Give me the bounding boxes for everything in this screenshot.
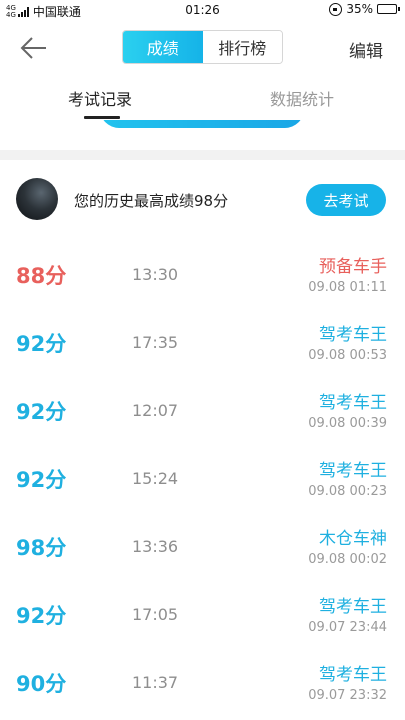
- nav-bar: 成绩 排行榜 编辑: [0, 22, 405, 74]
- best-score-row: 您的历史最高成绩98分 去考试: [0, 160, 405, 240]
- segment-control: 成绩 排行榜: [122, 30, 283, 64]
- record-duration: 13:36: [132, 537, 179, 556]
- tab-exam-records[interactable]: 考试记录: [68, 86, 132, 110]
- record-score: 92分: [16, 468, 67, 492]
- segment-leaderboard[interactable]: 排行榜: [202, 31, 282, 63]
- record-date: 09.08 00:23: [308, 484, 387, 499]
- record-score: 92分: [16, 604, 67, 628]
- banner-area: [0, 120, 405, 150]
- take-exam-button[interactable]: 去考试: [306, 184, 386, 216]
- edit-button[interactable]: 编辑: [349, 37, 383, 62]
- record-duration: 12:07: [132, 401, 179, 420]
- record-rank: 木仓车神: [319, 529, 387, 549]
- rotation-lock-icon: [329, 2, 343, 16]
- record-duration: 11:37: [132, 673, 179, 692]
- record-score: 92分: [16, 400, 67, 424]
- section-divider: [0, 150, 405, 160]
- record-date: 09.08 00:39: [308, 416, 387, 431]
- tab-bar: 考试记录 数据统计: [0, 76, 405, 120]
- record-row[interactable]: 92分 15:24 驾考车王 09.08 00:23: [0, 444, 405, 512]
- record-rank: 驾考车王: [319, 461, 387, 481]
- record-duration: 15:24: [132, 469, 179, 488]
- record-score: 90分: [16, 672, 67, 696]
- record-date: 09.08 00:02: [308, 552, 387, 567]
- segment-scores[interactable]: 成绩: [123, 31, 203, 63]
- record-duration: 17:35: [132, 333, 179, 352]
- arrow-left-icon: [20, 37, 46, 59]
- record-date: 09.07 23:44: [308, 620, 387, 635]
- record-date: 09.08 01:11: [308, 280, 387, 295]
- record-date: 09.08 00:53: [308, 348, 387, 363]
- record-row[interactable]: 88分 13:30 预备车手 09.08 01:11: [0, 240, 405, 308]
- record-duration: 17:05: [132, 605, 179, 624]
- active-tab-indicator: [84, 116, 120, 119]
- record-row[interactable]: 92分 17:05 驾考车王 09.07 23:44: [0, 580, 405, 648]
- banner-button[interactable]: [100, 120, 304, 128]
- record-rank: 驾考车王: [319, 325, 387, 345]
- status-right: 35%: [329, 2, 400, 16]
- record-score: 88分: [16, 264, 67, 288]
- status-bar: 4G 4G 中国联通 01:26 35%: [0, 0, 405, 22]
- record-date: 09.07 23:32: [308, 688, 387, 703]
- record-score: 92分: [16, 332, 67, 356]
- tab-data-statistics[interactable]: 数据统计: [270, 86, 334, 110]
- battery-icon: [377, 4, 400, 14]
- record-rank: 驾考车王: [319, 597, 387, 617]
- avatar[interactable]: [16, 178, 58, 220]
- record-row[interactable]: 92分 17:35 驾考车王 09.08 00:53: [0, 308, 405, 376]
- record-row[interactable]: 92分 12:07 驾考车王 09.08 00:39: [0, 376, 405, 444]
- record-duration: 13:30: [132, 265, 179, 284]
- record-row[interactable]: 98分 13:36 木仓车神 09.08 00:02: [0, 512, 405, 580]
- best-score-text: 您的历史最高成绩98分: [74, 192, 229, 210]
- record-rank: 预备车手: [319, 257, 387, 277]
- back-button[interactable]: [18, 34, 50, 62]
- battery-percent: 35%: [346, 2, 373, 16]
- record-row[interactable]: 90分 11:37 驾考车王 09.07 23:32: [0, 648, 405, 716]
- record-rank: 驾考车王: [319, 393, 387, 413]
- record-score: 98分: [16, 536, 67, 560]
- record-rank: 驾考车王: [319, 665, 387, 685]
